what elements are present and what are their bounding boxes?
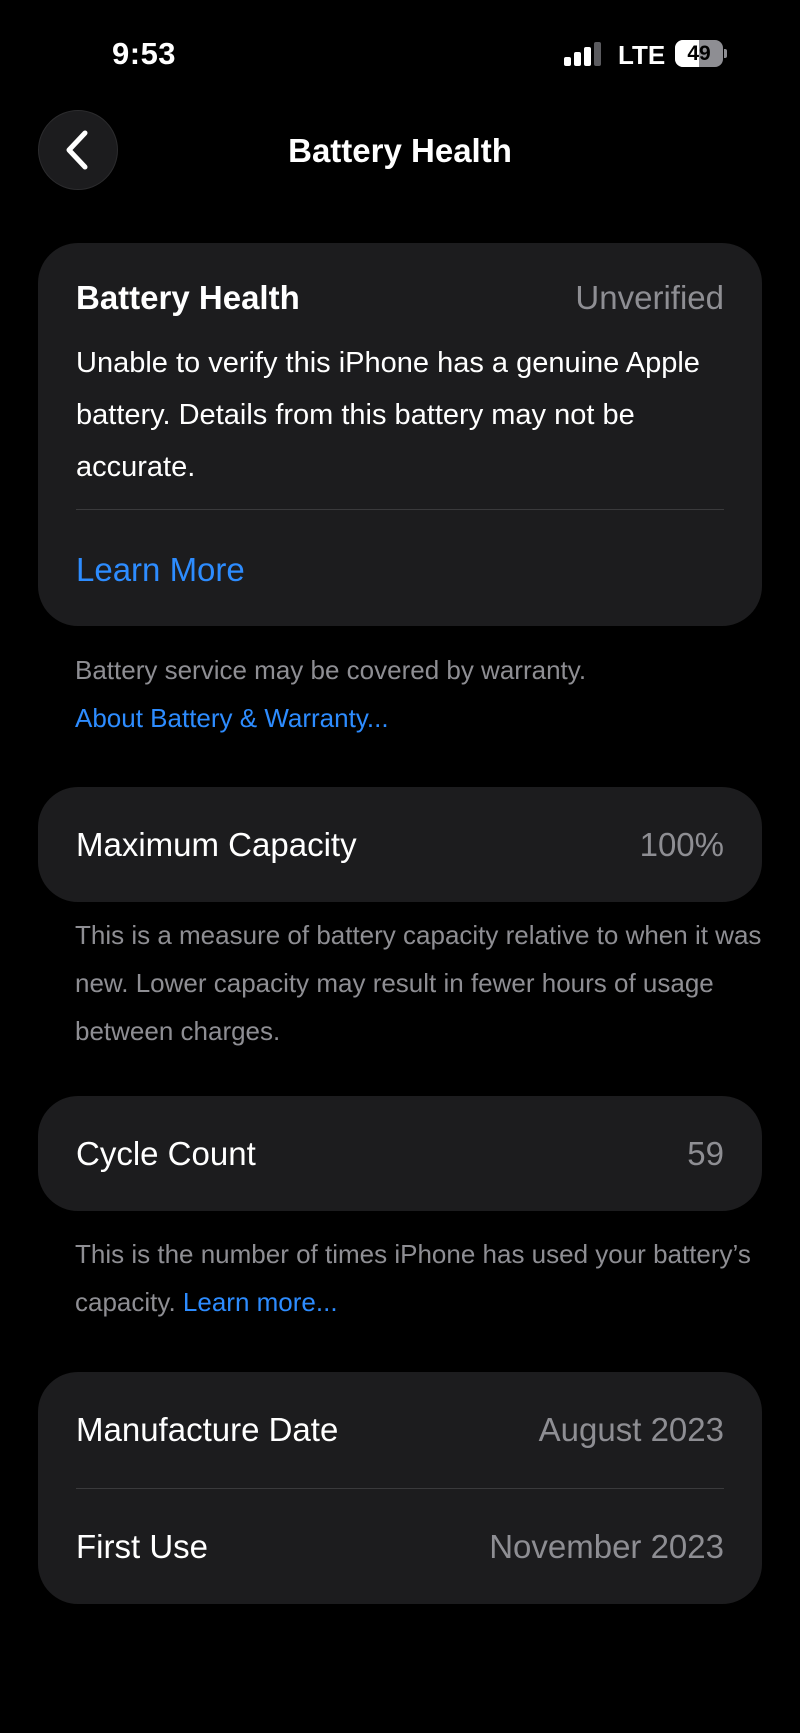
manufacture-date-label: Manufacture Date — [76, 1411, 339, 1448]
health-label: Battery Health — [76, 279, 300, 316]
divider — [76, 509, 724, 510]
health-status-value: Unverified — [575, 279, 724, 316]
cycle-learn-more-link[interactable]: Learn more... — [183, 1287, 338, 1317]
cycle-count-card: Cycle Count 59 — [38, 1096, 762, 1211]
warranty-note: Battery service may be covered by warran… — [75, 646, 765, 742]
warranty-text: Battery service may be covered by warran… — [75, 655, 587, 685]
status-bar: 9:53 LTE 49 — [0, 0, 800, 100]
battery-icon: 49 — [675, 40, 727, 67]
maximum-capacity-card: Maximum Capacity 100% — [38, 787, 762, 902]
cellular-signal-icon — [564, 42, 604, 66]
cycle-footnote-text: This is the number of times iPhone has u… — [75, 1239, 751, 1317]
status-time: 9:53 — [112, 36, 177, 71]
learn-more-link[interactable]: Learn More — [76, 551, 245, 589]
battery-percent: 49 — [687, 42, 711, 65]
cycle-footnote: This is the number of times iPhone has u… — [75, 1230, 765, 1326]
dates-card: Manufacture Date August 2023 First Use N… — [38, 1372, 762, 1604]
about-battery-warranty-link[interactable]: About Battery & Warranty... — [75, 694, 765, 742]
manufacture-date-value: August 2023 — [538, 1411, 724, 1448]
health-description: Unable to verify this iPhone has a genui… — [76, 347, 700, 483]
capacity-value: 100% — [639, 825, 724, 863]
battery-health-card: Battery Health Unverified Unable to veri… — [38, 243, 762, 626]
cycle-count-label: Cycle Count — [76, 1134, 256, 1172]
first-use-value: November 2023 — [489, 1527, 724, 1565]
first-use-label: First Use — [76, 1527, 208, 1565]
cycle-count-value: 59 — [687, 1134, 724, 1172]
capacity-footnote: This is a measure of battery capacity re… — [75, 920, 762, 1046]
page-title: Battery Health — [288, 132, 512, 169]
battery-health-screen: 9:53 LTE 49 Battery Health Battery Healt… — [0, 0, 800, 1733]
capacity-label: Maximum Capacity — [76, 825, 357, 863]
network-type: LTE — [618, 40, 666, 70]
